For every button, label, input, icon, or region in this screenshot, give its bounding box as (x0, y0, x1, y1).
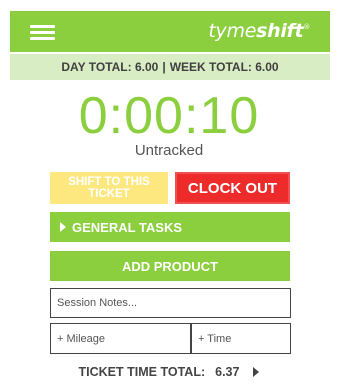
timer-status: Untracked (134, 142, 204, 159)
ticket-time-total: TICKET TIME TOTAL: 6.37 (0, 365, 338, 379)
shift-to-ticket-button[interactable]: SHIFT TO THIS TICKET (50, 172, 168, 204)
ticket-total-label: TICKET TIME TOTAL: (78, 365, 206, 379)
logo-bold: shift (256, 20, 304, 42)
day-total-label: DAY TOTAL: (61, 60, 132, 74)
add-product-button[interactable]: ADD PRODUCT (50, 251, 290, 281)
clock-out-button[interactable]: CLOCK OUT (175, 172, 290, 204)
caret-right-icon (60, 222, 66, 232)
mileage-input[interactable] (50, 323, 191, 354)
totals-separator: | (162, 60, 166, 74)
totals-bar: DAY TOTAL: 6.00 | WEEK TOTAL: 6.00 (10, 54, 330, 80)
play-arrow-icon[interactable] (253, 367, 260, 377)
day-total-value: 6.00 (134, 60, 159, 74)
tymeshift-logo: tymeshift® (208, 20, 310, 42)
session-notes-input[interactable] (50, 288, 291, 318)
timer-display: 0:00:10 (78, 87, 260, 145)
week-total-value: 6.00 (255, 60, 279, 74)
week-total-label: WEEK TOTAL: (169, 60, 252, 74)
time-input[interactable] (191, 323, 291, 354)
general-tasks-label: GENERAL TASKS (72, 219, 183, 235)
ticket-total-value: 6.37 (215, 365, 240, 379)
app-header: tymeshift® (10, 11, 330, 52)
general-tasks-button[interactable]: GENERAL TASKS (50, 212, 290, 242)
logo-prefix: tyme (208, 20, 257, 42)
hamburger-menu-icon[interactable] (30, 25, 55, 40)
logo-mark: ® (303, 23, 310, 31)
